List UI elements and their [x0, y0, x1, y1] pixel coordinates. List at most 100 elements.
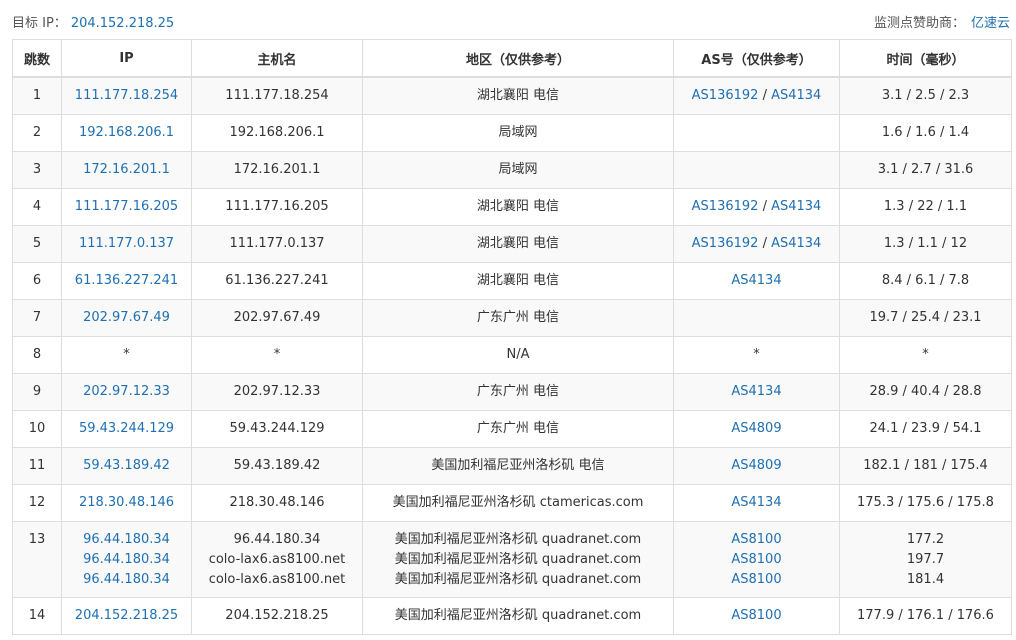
top-bar: 目标 IP： 204.152.218.25 监测点赞助商： 亿速云: [0, 0, 1016, 40]
as-link[interactable]: AS136192: [692, 199, 759, 214]
region-cell: 湖北襄阳 电信: [362, 262, 674, 300]
hop-number: 2: [32, 125, 42, 140]
ip-link[interactable]: 61.136.227.241: [75, 273, 178, 288]
ip-link[interactable]: 202.97.12.33: [83, 384, 170, 399]
as-link[interactable]: AS8100: [731, 532, 781, 547]
region-text: 美国加利福尼亚州洛杉矶 ctamericas.com: [392, 495, 644, 510]
as-link[interactable]: AS136192: [692, 236, 759, 251]
hostname-text: *: [273, 347, 281, 362]
time-cell: 175.3 / 175.6 / 175.8: [839, 484, 1012, 522]
hop-cell: 11: [12, 447, 62, 485]
sponsor-link[interactable]: 亿速云: [971, 16, 1010, 31]
ip-link[interactable]: 204.152.218.25: [75, 608, 178, 623]
table-row: 6 61.136.227.241 61.136.227.241 湖北襄阳 电信 AS41…: [12, 262, 1012, 300]
time-text: 1.3 / 1.1 / 12: [883, 236, 968, 251]
ip-link[interactable]: 59.43.189.42: [83, 458, 170, 473]
sponsor-info: 监测点赞助商： 亿速云: [874, 12, 1010, 31]
hop-cell: 13: [12, 521, 62, 598]
as-line: AS4809: [731, 458, 781, 473]
as-line: AS8100: [675, 570, 839, 590]
time-text: 1.6 / 1.6 / 1.4: [881, 125, 970, 140]
hostname-cell: 96.44.180.34 colo-lax6.as8100.net colo-lax…: [191, 521, 363, 598]
ip-link[interactable]: 96.44.180.34: [63, 570, 191, 590]
ip-cell: 202.97.12.33: [61, 373, 192, 411]
time-text: 24.1 / 23.9 / 54.1: [869, 421, 982, 436]
as-link[interactable]: AS4134: [731, 384, 781, 399]
ip-link[interactable]: 111.177.18.254: [75, 88, 178, 103]
hostname-text: 111.177.16.205: [225, 199, 329, 214]
hop-cell: 12: [12, 484, 62, 522]
ip-cell: 111.177.16.205: [61, 188, 192, 226]
hostname-text: colo-lax6.as8100.net: [208, 552, 346, 567]
hostname-cell: 111.177.18.254: [191, 76, 363, 115]
hostname-text: 111.177.18.254: [225, 88, 329, 103]
as-line: AS136192 / AS4134: [692, 236, 822, 251]
region-cell: 湖北襄阳 电信: [362, 76, 674, 115]
region-cell: 美国加利福尼亚州洛杉矶 quadranet.com: [362, 597, 674, 635]
hostname-cell: 111.177.0.137: [191, 225, 363, 263]
as-cell: [673, 151, 840, 189]
hostname-text: 202.97.67.49: [233, 310, 321, 325]
hostname-text: 96.44.180.34: [233, 532, 321, 547]
time-text: *: [922, 347, 929, 362]
as-link[interactable]: AS4809: [731, 458, 781, 473]
time-cell: 24.1 / 23.9 / 54.1: [839, 410, 1012, 448]
ip-link[interactable]: 111.177.16.205: [75, 199, 178, 214]
hop-cell: 1: [12, 76, 62, 115]
as-link[interactable]: AS4809: [731, 421, 781, 436]
as-link[interactable]: AS8100: [731, 552, 781, 567]
column-header-hostname: 主机名: [191, 39, 363, 78]
as-link[interactable]: AS136192: [692, 88, 759, 103]
as-cell: AS4134: [673, 373, 840, 411]
ip-link[interactable]: 96.44.180.34: [63, 550, 191, 570]
as-cell: AS136192 / AS4134: [673, 225, 840, 263]
table-row: 3 172.16.201.1 172.16.201.1 局域网 3.1 / 2.7 / …: [12, 151, 1012, 189]
as-cell: AS8100: [673, 597, 840, 635]
region-text: 湖北襄阳 电信: [476, 199, 560, 214]
ip-cell: 59.43.189.42: [61, 447, 192, 485]
as-link[interactable]: AS8100: [731, 608, 781, 623]
as-cell: AS4809: [673, 447, 840, 485]
region-cell: 湖北襄阳 电信: [362, 188, 674, 226]
as-text: *: [753, 347, 760, 362]
region-cell: 美国加利福尼亚州洛杉矶 quadranet.com 美国加利福尼亚州洛杉矶 qua…: [362, 521, 674, 598]
table-row: 13 96.44.180.34 96.44.180.34 96.44.180.34 96…: [12, 521, 1012, 598]
as-cell: [673, 114, 840, 152]
ip-cell: 96.44.180.34 96.44.180.34 96.44.180.34: [61, 521, 192, 598]
as-link[interactable]: AS4134: [731, 495, 781, 510]
table-row: 12 218.30.48.146 218.30.48.146 美国加利福尼亚州洛杉矶 …: [12, 484, 1012, 522]
as-link[interactable]: AS4134: [771, 88, 821, 103]
target-ip-value[interactable]: 204.152.218.25: [71, 16, 174, 31]
as-line: AS8100: [675, 530, 839, 550]
target-ip-info: 目标 IP： 204.152.218.25: [12, 12, 174, 31]
ip-link[interactable]: 96.44.180.34: [63, 530, 191, 550]
as-line: AS4134: [731, 384, 781, 399]
time-cell: 1.6 / 1.6 / 1.4: [839, 114, 1012, 152]
ip-link[interactable]: 202.97.67.49: [83, 310, 170, 325]
ip-link[interactable]: 172.16.201.1: [83, 162, 170, 177]
region-cell: 广东广州 电信: [362, 373, 674, 411]
as-link[interactable]: AS4134: [771, 236, 821, 251]
ip-cell: 204.152.218.25: [61, 597, 192, 635]
hostname-text: 204.152.218.25: [225, 608, 329, 623]
as-cell: AS136192 / AS4134: [673, 76, 840, 115]
ip-link[interactable]: 111.177.0.137: [79, 236, 174, 251]
table-row: 4 111.177.16.205 111.177.16.205 湖北襄阳 电信 AS13…: [12, 188, 1012, 226]
hostname-text: 59.43.189.42: [233, 458, 321, 473]
as-link[interactable]: AS8100: [731, 572, 781, 587]
region-text: 湖北襄阳 电信: [476, 88, 560, 103]
ip-link[interactable]: 192.168.206.1: [79, 125, 174, 140]
as-line: AS136192 / AS4134: [692, 88, 822, 103]
region-text: 美国加利福尼亚州洛杉矶 quadranet.com: [394, 608, 642, 623]
table-row: 10 59.43.244.129 59.43.244.129 广东广州 电信 AS480…: [12, 410, 1012, 448]
as-link[interactable]: AS4134: [731, 273, 781, 288]
ip-link[interactable]: 218.30.48.146: [79, 495, 174, 510]
hop-cell: 8: [12, 336, 62, 374]
time-text: 197.7: [906, 552, 945, 567]
as-link[interactable]: AS4134: [771, 199, 821, 214]
table-body: 1 111.177.18.254 111.177.18.254 湖北襄阳 电信 AS13…: [12, 76, 1012, 635]
ip-cell: 59.43.244.129: [61, 410, 192, 448]
ip-link[interactable]: 59.43.244.129: [79, 421, 174, 436]
hostname-cell: 59.43.244.129: [191, 410, 363, 448]
ip-cell: 61.136.227.241: [61, 262, 192, 300]
